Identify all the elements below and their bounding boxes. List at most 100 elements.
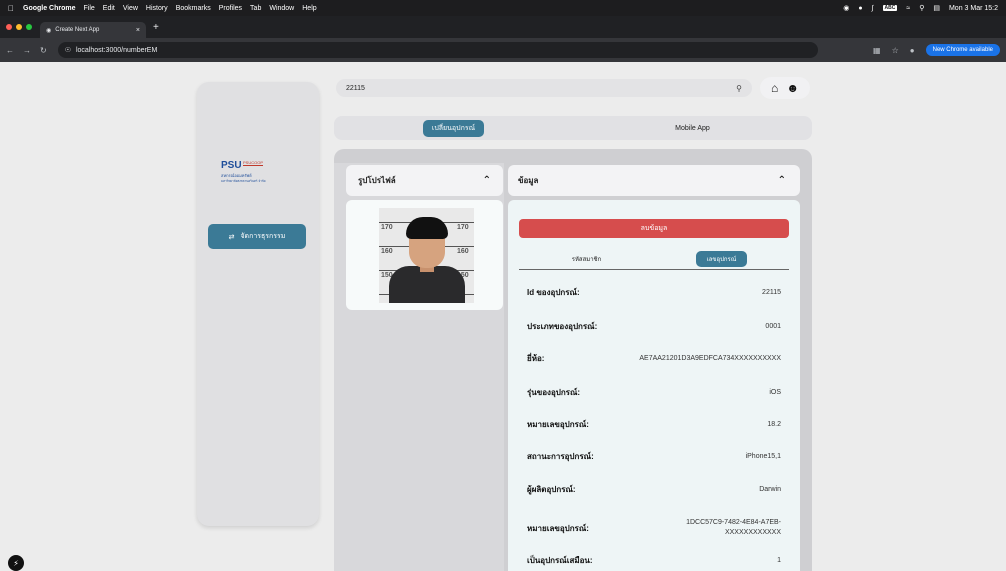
row-value: 18.2 xyxy=(767,421,781,428)
bluetooth-icon[interactable]: ∫ xyxy=(872,5,874,12)
status-area: ◉ ● ∫ ABC ≈ ⚲ ▤ Mon 3 Mar 15:2 xyxy=(843,4,998,13)
wifi-icon[interactable]: ≈ xyxy=(906,5,910,12)
logo-line1: สหกรณ์ออมทรัพย์ xyxy=(221,173,252,178)
menu-edit[interactable]: Edit xyxy=(103,5,115,12)
subtab-member-id[interactable]: รหัสสมาชิก xyxy=(519,248,654,269)
row-label: หมายเลขอุปกรณ์: xyxy=(527,420,589,429)
update-chrome-button[interactable]: New Chrome available xyxy=(925,44,1000,56)
row-value: 1DCC57C9-7482-4E84-A7EB-XXXXXXXXXXXX xyxy=(686,519,781,536)
control-center-icon[interactable]: ▤ xyxy=(933,4,940,12)
toolbar-right: ▦ ☆ ● New Chrome available xyxy=(873,44,1000,56)
page-content: PSU PSUCOOP สหกรณ์ออมทรัพย์ มหาวิทยาลัยส… xyxy=(0,62,1006,571)
subtab-device-number[interactable]: เลขอุปกรณ์ xyxy=(654,248,789,269)
menu-file[interactable]: File xyxy=(84,5,95,12)
search-value: 22115 xyxy=(346,84,365,92)
address-bar-row: ← → ↻ ☉ localhost:3000/numberEM ▦ ☆ ● Ne… xyxy=(0,38,1006,62)
apple-icon[interactable]:  xyxy=(8,4,14,13)
photo-hair xyxy=(406,217,448,239)
user-circle-icon[interactable]: ☻ xyxy=(786,81,799,95)
info-row: รุ่นของอุปกรณ์: iOS xyxy=(527,386,781,399)
bookmark-star-icon[interactable]: ☆ xyxy=(892,46,899,55)
tab-mobile-app[interactable]: Mobile App xyxy=(573,116,812,140)
psu-coop-logo: PSU PSUCOOP สหกรณ์ออมทรัพย์ มหาวิทยาลัยส… xyxy=(221,160,291,190)
close-window-icon[interactable] xyxy=(6,24,12,30)
tab-change-device[interactable]: เปลี่ยนอุปกรณ์ xyxy=(334,116,573,140)
minimize-window-icon[interactable] xyxy=(16,24,22,30)
manage-transactions-button[interactable]: ⇄ จัดการธุรกรรม xyxy=(208,224,306,249)
menu-bookmarks[interactable]: Bookmarks xyxy=(176,5,211,12)
nextjs-dev-badge[interactable]: ⚡ xyxy=(8,555,24,571)
search-input[interactable]: 22115 ⚲ xyxy=(336,79,752,97)
profile-header[interactable]: รูปโปรไฟล์ ⌃ xyxy=(346,165,503,196)
menu-history[interactable]: History xyxy=(146,5,168,12)
back-icon[interactable]: ← xyxy=(6,46,14,55)
profile-title: รูปโปรไฟล์ xyxy=(358,176,396,185)
macos-menu-bar:  Google Chrome File Edit View History B… xyxy=(0,0,1006,16)
row-label: เป็นอุปกรณ์เสมือน: xyxy=(527,556,593,565)
control-icon[interactable]: ◉ xyxy=(843,4,849,12)
menu-clock[interactable]: Mon 3 Mar 15:2 xyxy=(949,5,998,12)
height-mark: 160 xyxy=(457,248,469,255)
menu-help[interactable]: Help xyxy=(302,5,316,12)
content-panel: รูปโปรไฟล์ ⌃ 170 170 160 160 150 150 ข้อ… xyxy=(334,149,812,571)
globe-icon: ◉ xyxy=(46,27,52,34)
info-header[interactable]: ข้อมูล ⌃ xyxy=(508,165,800,196)
info-row: Id ของอุปกรณ์: 22115 xyxy=(527,286,781,299)
browser-tab[interactable]: ◉ Create Next App × xyxy=(40,22,146,38)
window-controls xyxy=(6,24,32,30)
lightning-icon: ⚡ xyxy=(13,558,19,568)
menu-app-name[interactable]: Google Chrome xyxy=(23,5,76,12)
tab-close-icon[interactable]: × xyxy=(136,27,140,34)
profile-photo: 170 170 160 160 150 150 xyxy=(379,208,474,303)
delete-data-button[interactable]: ลบข้อมูล xyxy=(519,219,789,238)
translate-icon[interactable]: ▦ xyxy=(873,46,881,55)
top-actions: ⌂ ☻ xyxy=(760,77,810,99)
menu-view[interactable]: View xyxy=(123,5,138,12)
line-icon[interactable]: ● xyxy=(858,5,862,12)
tab-change-device-label: เปลี่ยนอุปกรณ์ xyxy=(422,119,485,137)
row-label: Id ของอุปกรณ์: xyxy=(527,288,580,297)
info-row: หมายเลขอุปกรณ์: 1DCC57C9-7482-4E84-A7EB-… xyxy=(527,518,781,538)
swap-arrows-icon: ⇄ xyxy=(228,233,235,241)
info-row: สถานะการอุปกรณ์: iPhone15,1 xyxy=(527,450,781,463)
new-tab-icon[interactable]: + xyxy=(153,22,159,33)
info-row: ยี่ห้อ: AE7AA21201D3A9EDFCA734XXXXXXXXXX xyxy=(527,352,781,365)
row-value: Darwin xyxy=(759,486,781,493)
profile-photo-card: 170 170 160 160 150 150 xyxy=(346,200,503,310)
input-source-badge[interactable]: ABC xyxy=(882,5,898,11)
reload-icon[interactable]: ↻ xyxy=(40,46,47,55)
row-label: สถานะการอุปกรณ์: xyxy=(527,452,594,461)
spotlight-icon[interactable]: ⚲ xyxy=(919,4,924,12)
row-value: 1 xyxy=(777,557,781,564)
site-info-icon[interactable]: ☉ xyxy=(65,46,71,54)
height-mark: 170 xyxy=(457,224,469,231)
row-label: รุ่นของอุปกรณ์: xyxy=(527,388,581,397)
logo-coop: PSUCOOP xyxy=(243,160,264,166)
info-card: ลบข้อมูล รหัสสมาชิก เลขอุปกรณ์ Id ของอุป… xyxy=(508,200,800,571)
tab-title: Create Next App xyxy=(55,27,100,33)
sidebar: PSU PSUCOOP สหกรณ์ออมทรัพย์ มหาวิทยาลัยส… xyxy=(197,82,319,526)
zoom-window-icon[interactable] xyxy=(26,24,32,30)
menu-window[interactable]: Window xyxy=(269,5,294,12)
chevron-up-icon[interactable]: ⌃ xyxy=(778,175,786,186)
subtab-device-number-label: เลขอุปกรณ์ xyxy=(695,250,748,267)
row-label: ประเภทของอุปกรณ์: xyxy=(527,322,598,331)
search-icon[interactable]: ⚲ xyxy=(736,84,742,93)
forward-icon[interactable]: → xyxy=(23,46,31,55)
row-value: AE7AA21201D3A9EDFCA734XXXXXXXXXX xyxy=(639,355,781,362)
url-bar[interactable]: ☉ localhost:3000/numberEM xyxy=(57,42,818,58)
height-mark: 170 xyxy=(381,224,393,231)
menu-tab[interactable]: Tab xyxy=(250,5,261,12)
menu-profiles[interactable]: Profiles xyxy=(219,5,242,12)
row-label: หมายเลขอุปกรณ์: xyxy=(527,523,589,533)
info-row: ประเภทของอุปกรณ์: 0001 xyxy=(527,320,781,333)
home-icon[interactable]: ⌂ xyxy=(771,81,778,95)
info-row: หมายเลขอุปกรณ์: 18.2 xyxy=(527,418,781,431)
profile-icon[interactable]: ● xyxy=(910,46,915,55)
row-label: ยี่ห้อ: xyxy=(527,354,545,363)
main-tabs: เปลี่ยนอุปกรณ์ Mobile App xyxy=(334,116,812,140)
row-value: iPhone15,1 xyxy=(745,453,781,460)
info-row: เป็นอุปกรณ์เสมือน: 1 xyxy=(527,554,781,567)
chevron-up-icon[interactable]: ⌃ xyxy=(483,175,491,186)
info-title: ข้อมูล xyxy=(518,176,539,185)
